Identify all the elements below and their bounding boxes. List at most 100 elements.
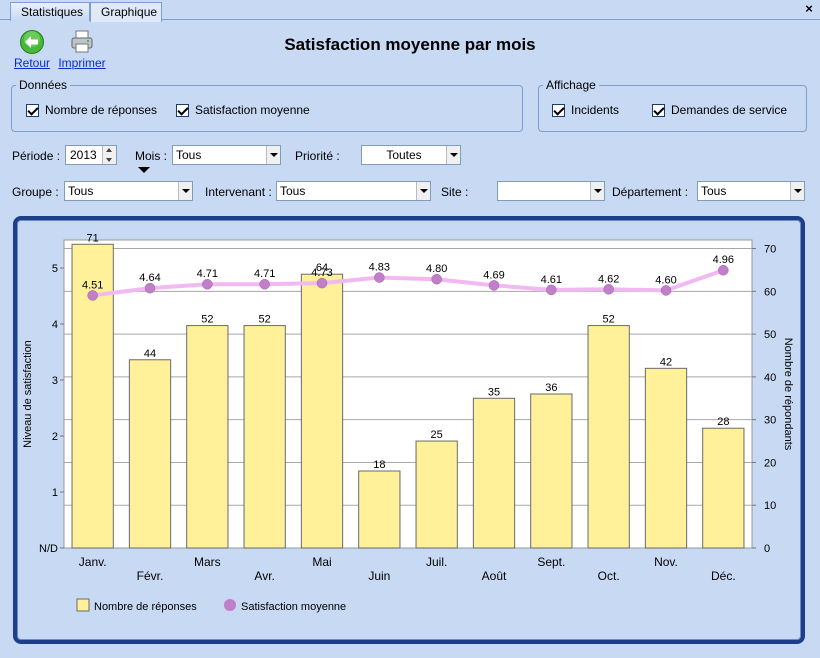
left-tick-label: 5	[52, 263, 58, 275]
left-tick-label: 4	[52, 319, 58, 331]
chevron-down-icon[interactable]	[590, 182, 604, 200]
satisfaction-value-label: 4.96	[713, 254, 734, 266]
print-button[interactable]: Imprimer	[58, 29, 106, 70]
satisfaction-value-label: 4.51	[82, 279, 103, 291]
caret-down-icon	[138, 167, 150, 173]
left-tick-label: 3	[52, 375, 58, 387]
departement-label: Département :	[612, 185, 689, 199]
priorite-label: Priorité :	[295, 149, 340, 163]
mois-value: Tous	[176, 148, 202, 162]
bar-value-label: 35	[488, 386, 500, 398]
checkbox-nombre-reponses-label: Nombre de réponses	[45, 103, 158, 117]
bar	[644, 367, 688, 549]
groupe-value: Tous	[68, 184, 94, 198]
priorite-select[interactable]: Toutes	[361, 145, 461, 165]
satisfaction-value-label: 4.62	[598, 273, 619, 285]
chevron-down-icon[interactable]	[790, 182, 804, 200]
right-tick-label: 60	[764, 286, 776, 298]
bar	[128, 359, 172, 549]
priorite-value: Toutes	[386, 148, 422, 162]
category-label: Nov.	[654, 555, 678, 569]
tab-bar: Statistiques Graphique ×	[0, 0, 820, 22]
right-tick-label: 40	[764, 372, 776, 384]
satisfaction-value-label: 4.71	[254, 268, 275, 280]
intervenant-select[interactable]: Tous	[276, 181, 431, 201]
category-label: Août	[482, 569, 507, 583]
legend-line-label: Satisfaction moyenne	[241, 601, 346, 613]
tab-graphique[interactable]: Graphique	[90, 2, 162, 22]
chevron-down-icon[interactable]	[178, 182, 192, 200]
checkbox-checked-icon	[552, 103, 565, 117]
satisfaction-value-label: 4.80	[426, 263, 447, 275]
right-tick-label: 20	[764, 457, 776, 469]
periode-spinner[interactable]: 2013	[65, 145, 117, 165]
right-tick-label: 70	[764, 244, 776, 256]
bar	[186, 325, 229, 549]
chart-frame: 0 10 20 30 40 50 60 70 N/D 1 2 3 4 5 71 44 52 52 64 18 25 35 3…	[13, 216, 805, 644]
bar	[243, 325, 286, 549]
departement-value: Tous	[701, 184, 727, 198]
page-title: Satisfaction moyenne par mois	[284, 35, 536, 54]
bar	[472, 397, 516, 549]
checkbox-checked-icon	[176, 103, 189, 117]
intervenant-value: Tous	[280, 184, 306, 198]
satisfaction-value-label: 4.73	[311, 267, 332, 279]
left-tick-label: 2	[52, 431, 58, 443]
bar-value-label: 44	[144, 348, 156, 360]
checkbox-incidents[interactable]: Incidents	[552, 103, 619, 117]
legend-line-swatch	[224, 599, 236, 611]
bar-value-label: 18	[373, 459, 385, 471]
satisfaction-point	[431, 273, 442, 285]
periode-label: Période :	[12, 149, 61, 163]
tab-statistiques[interactable]: Statistiques	[10, 2, 90, 21]
satisfaction-point	[546, 284, 557, 296]
close-icon[interactable]: ×	[803, 2, 815, 15]
groupe-label: Groupe :	[12, 185, 59, 199]
print-button-label: Imprimer	[58, 56, 106, 70]
departement-select[interactable]: Tous	[697, 181, 805, 201]
checkbox-satisfaction-moyenne[interactable]: Satisfaction moyenne	[176, 103, 310, 117]
category-label: Avr.	[254, 569, 274, 583]
satisfaction-point	[603, 284, 614, 295]
right-tick-label: 10	[764, 500, 776, 512]
checkbox-demandes-service[interactable]: Demandes de service	[652, 103, 787, 117]
satisfaction-point	[259, 278, 270, 290]
checkbox-checked-icon	[26, 103, 39, 117]
satisfaction-point	[718, 264, 729, 276]
intervenant-label: Intervenant :	[205, 185, 272, 199]
satisfaction-value-label: 4.69	[483, 269, 504, 281]
right-tick-label: 50	[764, 329, 776, 341]
chart: 010203040506070N/D12345714452 5264182535 3…	[22, 232, 794, 613]
bar-value-label: 52	[603, 314, 615, 326]
spin-up-icon[interactable]	[102, 146, 116, 155]
groupe-select[interactable]: Tous	[64, 181, 193, 201]
y-axis-left-title: Niveau de satisfaction	[22, 340, 34, 448]
spin-down-icon[interactable]	[102, 155, 116, 164]
periode-value: 2013	[70, 148, 97, 162]
satisfaction-point	[144, 282, 156, 294]
tab-statistiques-label: Statistiques	[21, 5, 84, 19]
satisfaction-point	[374, 272, 385, 283]
category-label: Mars	[194, 555, 221, 569]
checkbox-nombre-reponses[interactable]: Nombre de réponses	[26, 103, 157, 117]
chevron-down-icon[interactable]	[416, 182, 430, 200]
category-label: Févr.	[137, 569, 164, 583]
satisfaction-value-label: 4.61	[541, 274, 562, 286]
legend-bar-label: Nombre de réponses	[94, 601, 197, 613]
satisfaction-point	[488, 280, 500, 291]
chevron-down-icon[interactable]	[266, 146, 280, 164]
mois-select[interactable]: Tous	[172, 145, 281, 165]
site-select[interactable]	[497, 181, 605, 201]
chevron-down-icon[interactable]	[446, 146, 460, 164]
satisfaction-value-label: 4.83	[369, 262, 390, 274]
checkbox-incidents-label: Incidents	[571, 103, 620, 117]
checkbox-demandes-service-label: Demandes de service	[671, 103, 788, 117]
satisfaction-value-label: 4.71	[197, 268, 218, 280]
back-button[interactable]: Retour	[14, 29, 50, 70]
category-label: Oct.	[598, 569, 620, 583]
bar-value-label: 52	[201, 314, 213, 326]
category-label: Déc.	[711, 569, 736, 583]
bar	[415, 440, 458, 549]
right-tick-label: 30	[764, 415, 776, 427]
affichage-legend: Affichage	[546, 78, 596, 92]
